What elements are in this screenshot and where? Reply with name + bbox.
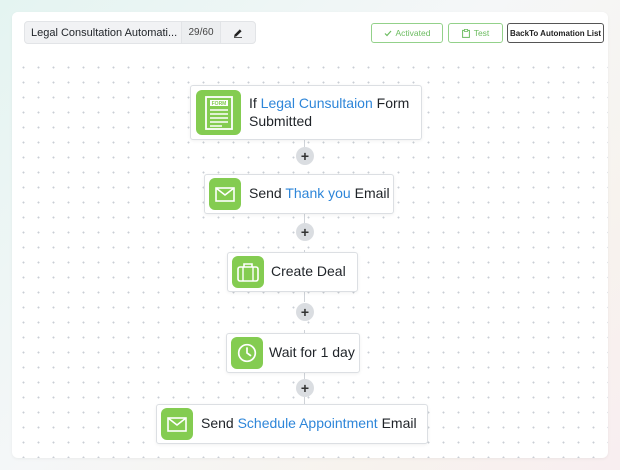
node-label: Send Schedule Appointment Email — [201, 415, 417, 432]
node-label: Send Thank you Email — [249, 185, 390, 202]
clock-icon — [231, 337, 263, 369]
add-step-button[interactable]: + — [296, 147, 314, 165]
back-to-automation-list-button[interactable]: BackTo Automation List — [507, 23, 604, 43]
title-character-count: 29/60 — [181, 22, 221, 43]
clipboard-icon — [461, 28, 470, 38]
action-node-send-schedule-appointment-email[interactable]: Send Schedule Appointment Email — [156, 404, 428, 444]
add-step-button[interactable]: + — [296, 379, 314, 397]
add-step-button[interactable]: + — [296, 223, 314, 241]
form-icon: FORM — [196, 90, 241, 135]
envelope-icon — [161, 408, 193, 440]
action-node-create-deal[interactable]: Create Deal — [227, 252, 358, 292]
envelope-icon — [209, 178, 241, 210]
node-label: Create Deal — [271, 263, 346, 280]
wait-node-1-day[interactable]: Wait for 1 day — [226, 333, 360, 373]
node-label: Wait for 1 day — [269, 344, 355, 361]
automation-title[interactable]: Legal Consultation Automati... — [25, 27, 181, 39]
automation-card: FORM If Legal Cunsultaion Form Submitted… — [12, 12, 608, 458]
add-step-button[interactable]: + — [296, 303, 314, 321]
check-icon — [384, 30, 392, 37]
activated-button[interactable]: Activated — [371, 23, 443, 43]
test-button[interactable]: Test — [448, 23, 503, 43]
automation-title-box: Legal Consultation Automati... 29/60 — [24, 21, 256, 44]
node-label: If Legal Cunsultaion Form Submitted — [249, 95, 410, 129]
action-node-send-thank-you-email[interactable]: Send Thank you Email — [204, 174, 394, 214]
pencil-icon — [234, 28, 242, 38]
briefcase-icon — [232, 256, 264, 288]
svg-text:FORM: FORM — [211, 101, 226, 107]
edit-title-button[interactable] — [221, 22, 255, 43]
trigger-node-form-submitted[interactable]: FORM If Legal Cunsultaion Form Submitted — [190, 85, 422, 140]
workflow-canvas[interactable]: FORM If Legal Cunsultaion Form Submitted… — [12, 54, 608, 458]
automation-header: Legal Consultation Automati... 29/60 Act… — [12, 12, 608, 54]
activated-label: Activated — [395, 28, 431, 38]
test-label: Test — [473, 28, 490, 38]
